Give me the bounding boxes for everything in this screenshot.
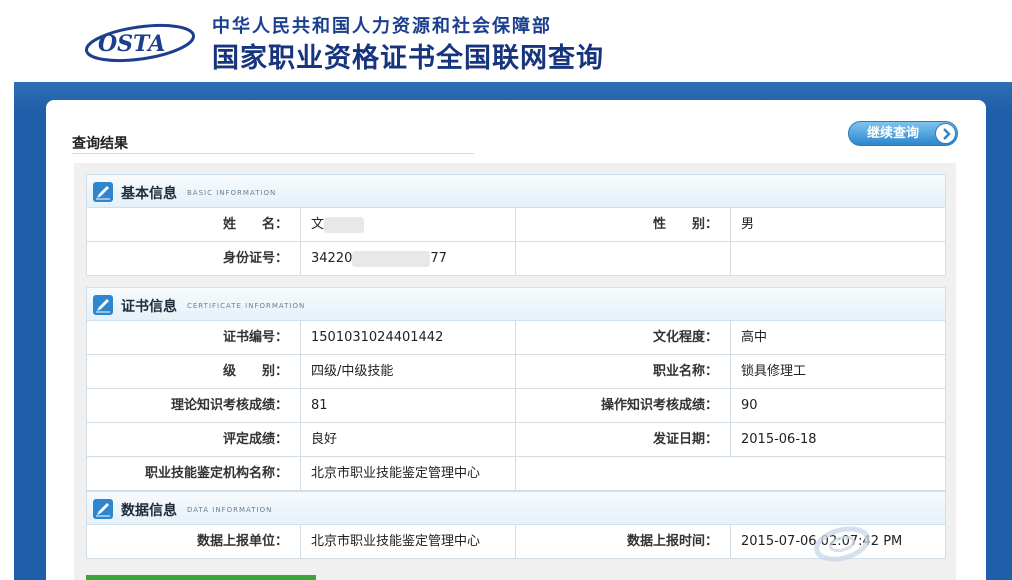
certificate-info-header: 证书信息 CERTIFICATE INFORMATION: [86, 287, 946, 321]
level-label: 级 别：: [87, 355, 301, 388]
empty-cell: [516, 242, 731, 275]
table-row: 姓 名： 文 性 别： 男: [86, 208, 946, 242]
name-visible: 文: [311, 217, 325, 232]
table-row: 级 别： 四级/中级技能 职业名称： 锁具修理工: [86, 355, 946, 389]
level-value: 四级/中级技能: [301, 355, 516, 388]
site-title: 国家职业资格证书全国联网查询: [212, 43, 604, 74]
empty-cell: [731, 242, 945, 275]
issue-date-value: 2015-06-18: [741, 432, 817, 447]
title-divider: [72, 153, 474, 154]
cert-number-label: 证书编号：: [87, 321, 301, 354]
arrow-right-icon: [935, 123, 956, 144]
certificate-info-title: 证书信息: [121, 299, 177, 315]
name-redacted: [324, 216, 365, 233]
rating-value: 良好: [301, 423, 516, 456]
logo-text: OSTA: [98, 31, 165, 57]
reporter-value: 北京市职业技能鉴定管理中心: [301, 525, 516, 558]
education-label: 文化程度：: [516, 321, 731, 354]
theory-score-value: 81: [301, 389, 516, 422]
reporter-label: 数据上报单位：: [87, 525, 301, 558]
theory-score-label: 理论知识考核成绩：: [87, 389, 301, 422]
gender-value: 男: [741, 217, 755, 232]
basic-info-title: 基本信息: [121, 186, 177, 202]
bottom-green-bar: [86, 575, 316, 580]
empty-cell: [516, 457, 731, 490]
name-label: 姓 名：: [87, 208, 301, 241]
pencil-icon: [93, 499, 113, 519]
education-value: 高中: [741, 330, 768, 345]
occupation-value: 锁具修理工: [741, 364, 807, 379]
operation-score-label: 操作知识考核成绩：: [516, 389, 731, 422]
certificate-info-subtitle: CERTIFICATE INFORMATION: [187, 302, 306, 310]
basic-info-header: 基本信息 BASIC INFORMATION: [86, 174, 946, 208]
header: OSTA 中华人民共和国人力资源和社会保障部 国家职业资格证书全国联网查询: [0, 0, 1012, 82]
agency-label: 职业技能鉴定机构名称：: [87, 457, 301, 490]
id-redacted: [352, 250, 431, 267]
id-suffix: 77: [430, 251, 447, 266]
gender-label: 性 别：: [516, 208, 731, 241]
ministry-name: 中华人民共和国人力资源和社会保障部: [212, 16, 552, 37]
id-label: 身份证号：: [87, 242, 301, 275]
table-row: 理论知识考核成绩： 81 操作知识考核成绩： 90: [86, 389, 946, 423]
table-row: 身份证号： 34220 77: [86, 242, 946, 276]
continue-query-label: 继续查询: [867, 126, 920, 141]
operation-score-value: 90: [741, 398, 758, 413]
id-value: 34220 77: [301, 242, 516, 275]
continue-query-button[interactable]: 继续查询: [848, 121, 958, 146]
agency-value: 北京市职业技能鉴定管理中心: [301, 457, 516, 490]
occupation-label: 职业名称：: [516, 355, 731, 388]
page: { "header": { "logo_text": "OSTA", "mini…: [0, 0, 1012, 580]
table-row: 评定成绩： 良好 发证日期： 2015-06-18: [86, 423, 946, 457]
id-prefix: 34220: [311, 251, 353, 266]
report-time-label: 数据上报时间：: [516, 525, 731, 558]
watermark-logo: [814, 526, 870, 562]
data-info-title: 数据信息: [121, 503, 177, 519]
cert-number-value: 1501031024401442: [301, 321, 516, 354]
issue-date-label: 发证日期：: [516, 423, 731, 456]
osta-logo: OSTA: [84, 23, 196, 63]
table-row: 证书编号： 1501031024401442 文化程度： 高中: [86, 321, 946, 355]
basic-info-subtitle: BASIC INFORMATION: [187, 189, 277, 197]
data-info-subtitle: DATA INFORMATION: [187, 506, 273, 514]
pencil-icon: [93, 182, 113, 202]
rating-label: 评定成绩：: [87, 423, 301, 456]
table-row: 职业技能鉴定机构名称： 北京市职业技能鉴定管理中心: [86, 457, 946, 491]
results-title: 查询结果: [72, 136, 128, 152]
name-value: 文: [301, 208, 516, 241]
pencil-icon: [93, 295, 113, 315]
